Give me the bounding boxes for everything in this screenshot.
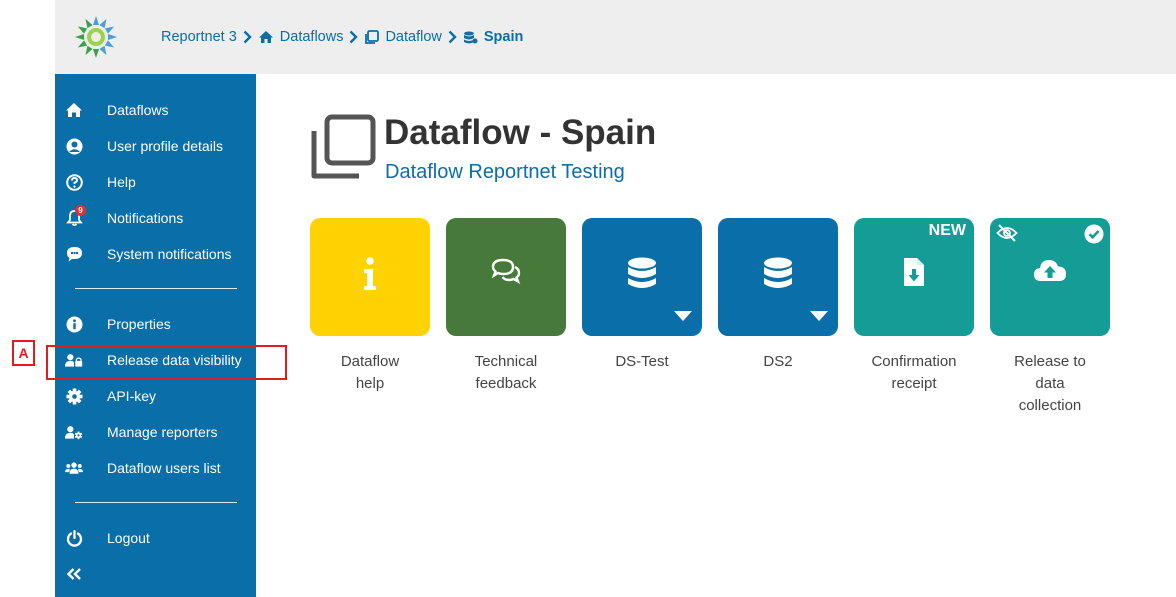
notification-badge: 9 [75,205,86,216]
file-download-icon [854,257,974,287]
tile-dataflow-help[interactable] [310,218,430,336]
sidebar-collapse-button[interactable] [55,557,95,591]
eye-slash-icon [996,224,1018,247]
chevron-right-icon [243,30,252,44]
sidebar-item-label: System notifications [107,246,232,262]
breadcrumb-current-label: Spain [483,29,524,45]
cog-icon [65,387,83,405]
tile-label-release-to-data-collection: Release to data collection [990,351,1110,417]
sidebar-item-label: Logout [107,530,150,546]
tile-label-line: receipt [891,375,937,392]
check-circle-icon [1084,224,1104,249]
chevron-right-icon [448,30,457,44]
chevron-right-icon [349,30,359,44]
tile-confirmation-receipt[interactable]: NEW [854,218,974,336]
info-circle-icon [65,315,83,333]
breadcrumb: Reportnet 3 Dataflows Dataflow Spain [161,0,523,74]
sidebar-item-help[interactable]: Help [55,165,256,199]
top-header: Reportnet 3 Dataflows Dataflow Spain [55,0,1176,74]
breadcrumb-dataflows[interactable]: Dataflows [258,29,344,45]
sidebar-item-label: Manage reporters [107,424,218,440]
breadcrumb-dataflow[interactable]: Dataflow [364,29,442,45]
app-root: Reportnet 3 Dataflows Dataflow Spain Dat… [0,0,1176,597]
home-icon [65,101,83,119]
new-badge: NEW [928,222,966,239]
tile-label-line: DS2 [763,353,793,370]
comments-icon [446,257,566,285]
double-chevron-left-icon [65,565,83,583]
cloud-upload-icon [990,257,1110,283]
annotation-label: A [12,340,35,366]
sidebar-item-notifications[interactable]: 9 Notifications [55,201,256,235]
sidebar-item-label: API-key [107,388,157,404]
sidebar-item-system-notifications[interactable]: System notifications [55,237,256,271]
tile-label-line: collection [1018,397,1082,414]
database-icon [582,257,702,291]
sidebar-item-api-key[interactable]: API-key [55,379,256,413]
breadcrumb-reportnet[interactable]: Reportnet 3 [161,29,237,45]
tile-label-line: data [1035,375,1065,392]
sidebar-divider [75,502,237,503]
sidebar-item-label: Dataflows [107,102,169,118]
comment-icon [65,245,83,263]
database-icon [718,257,838,291]
tile-release-to-data-collection[interactable] [990,218,1110,336]
breadcrumb-current[interactable]: Spain [463,29,523,45]
sidebar-item-label: Help [107,174,136,190]
tile-label-line: DS-Test [615,353,669,370]
user-circle-icon [65,137,83,155]
sidebar-item-label: Properties [107,316,171,332]
users-icon [65,459,83,477]
tile-label-line: feedback [475,375,537,392]
breadcrumb-reportnet-label: Reportnet 3 [161,29,237,45]
breadcrumb-dataflows-label: Dataflows [279,29,344,45]
user-cog-icon [65,423,83,441]
tile-technical-feedback[interactable] [446,218,566,336]
tile-ds2[interactable] [718,218,838,336]
page-subtitle: Dataflow Reportnet Testing [385,161,625,183]
tile-label-ds-test: DS-Test [582,351,702,373]
tile-label-line: Dataflow [340,353,400,370]
tile-label-line: help [355,375,385,392]
sidebar-item-logout[interactable]: Logout [55,521,256,555]
question-circle-icon [65,173,83,191]
tile-label-line: Confirmation [871,353,957,370]
sidebar-item-dataflow-users-list[interactable]: Dataflow users list [55,451,256,485]
caret-down-icon[interactable] [674,308,692,326]
eea-logo-icon[interactable] [73,14,119,60]
tile-label-dataflow-help: Dataflow help [310,351,430,395]
sidebar-item-label: Notifications [107,210,184,226]
sidebar-item-manage-reporters[interactable]: Manage reporters [55,415,256,449]
tile-label-technical-feedback: Technical feedback [446,351,566,395]
power-icon [65,529,83,547]
home-icon [258,31,273,43]
sidebar-item-label: Dataflow users list [107,460,221,476]
annotation-highlight-box [46,345,287,380]
clone-icon [311,114,376,179]
database-icon [463,31,478,43]
tile-label-confirmation-receipt: Confirmation receipt [854,351,974,395]
clone-icon [365,29,380,44]
caret-down-icon[interactable] [810,308,828,326]
sidebar: Dataflows User profile details Help 9 No… [55,74,256,597]
tile-label-ds2: DS2 [718,351,838,373]
sidebar-divider [75,288,237,289]
sidebar-item-properties[interactable]: Properties [55,307,256,341]
tile-label-line: Technical [474,353,538,370]
sidebar-item-user-profile[interactable]: User profile details [55,129,256,163]
info-icon [310,257,430,291]
breadcrumb-dataflow-label: Dataflow [385,29,442,45]
page-title: Dataflow - Spain [384,113,657,152]
tile-ds-test[interactable] [582,218,702,336]
sidebar-item-label: User profile details [107,138,223,154]
tile-label-line: Release to [1014,353,1086,370]
sidebar-item-dataflows[interactable]: Dataflows [55,93,256,127]
